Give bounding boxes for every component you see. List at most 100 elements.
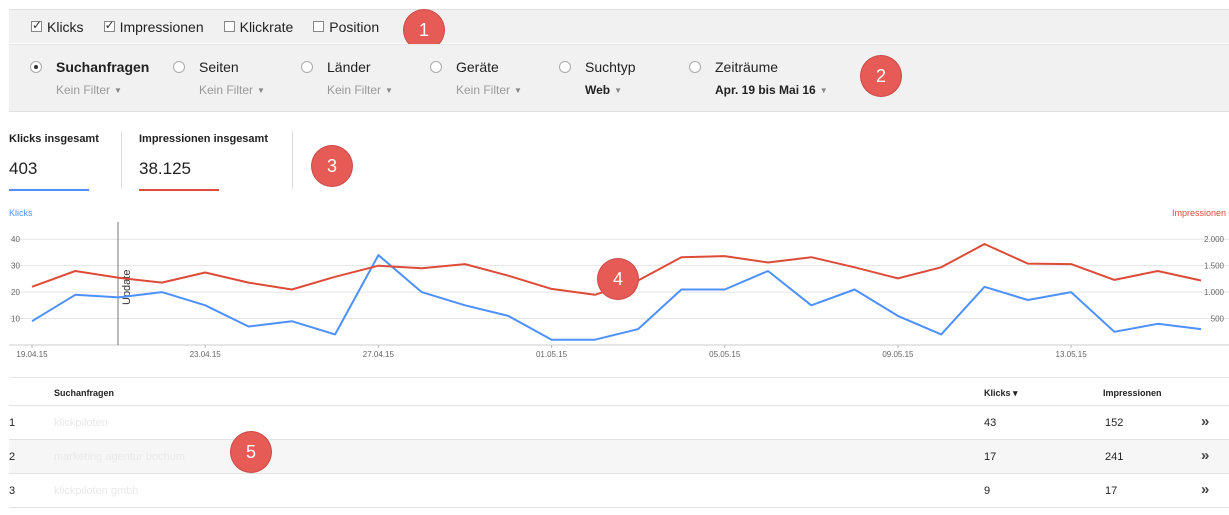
impressions-cell: 17 (1105, 485, 1118, 497)
clicks-cell: 43 (984, 417, 997, 429)
row-number: 1 (9, 417, 16, 429)
x-tick-label: 05.05.15 (709, 350, 741, 359)
chevron-right-icon[interactable]: » (1201, 447, 1209, 464)
checkbox-icon[interactable] (103, 18, 115, 32)
query-link[interactable]: klickpiloten (54, 417, 108, 429)
dimension-label: Länder (327, 59, 371, 75)
left-axis-title: Klicks (9, 208, 33, 218)
annotation-marker: 4 (598, 259, 638, 299)
impressions-cell: 152 (1105, 417, 1124, 429)
chevron-down-icon: ▼ (614, 86, 623, 95)
dimension-geraete[interactable]: Geräte Kein Filter ▼ (430, 59, 522, 97)
chevron-down-icon: ▼ (385, 86, 393, 95)
total-clicks-label: Klicks insgesamt (9, 133, 99, 145)
divider (292, 131, 293, 189)
right-tick-label: 500 (1211, 315, 1225, 324)
dimension-laender[interactable]: Länder Kein Filter ▼ (301, 59, 393, 97)
table-header: Suchanfragen Klicks ▾ Impressionen (9, 377, 1229, 406)
table-row[interactable]: 3 klickpiloten gmbh 9 17 » (9, 474, 1229, 508)
filter-value: Web (585, 83, 611, 97)
metric-checkbox-klickrate[interactable]: Klickrate (223, 18, 294, 35)
clicks-cell: 9 (984, 485, 991, 497)
left-tick-label: 20 (11, 288, 20, 297)
dimension-seiten[interactable]: Seiten Kein Filter ▼ (173, 59, 265, 97)
chevron-down-icon: ▼ (514, 86, 522, 95)
chevron-right-icon[interactable]: » (1201, 413, 1209, 430)
metric-label: Klicks (47, 18, 84, 35)
impressions-cell: 241 (1105, 451, 1124, 463)
column-header-query[interactable]: Suchanfragen (54, 388, 114, 398)
x-tick-label: 01.05.15 (536, 350, 568, 359)
radio-icon[interactable] (689, 61, 701, 73)
metric-label: Position (329, 18, 380, 35)
left-tick-label: 10 (11, 315, 20, 324)
checkbox-icon[interactable] (313, 21, 325, 32)
left-tick-label: 40 (11, 235, 20, 244)
chevron-down-icon: ▼ (114, 86, 122, 95)
dimension-label: Zeiträume (715, 59, 779, 75)
clicks-cell: 17 (984, 451, 997, 463)
total-impressions-card[interactable]: Impressionen insgesamt 38.125 (139, 133, 268, 191)
dimension-filter-dropdown[interactable]: Web ▼ (585, 83, 636, 97)
dimension-filter-dropdown[interactable]: Kein Filter ▼ (56, 83, 149, 97)
checkbox-icon[interactable] (31, 18, 42, 32)
queries-table: Suchanfragen Klicks ▾ Impressionen 1 kli… (9, 377, 1229, 508)
dimension-suchanfragen[interactable]: Suchanfragen Kein Filter ▼ (30, 59, 149, 97)
filter-value: Kein Filter (456, 83, 511, 97)
table-row[interactable]: 2 marketing agentur bochum 17 241 » (9, 440, 1229, 474)
column-header-impressions[interactable]: Impressionen (1103, 388, 1162, 398)
left-tick-label: 30 (11, 262, 20, 271)
dimension-label: Suchanfragen (56, 59, 150, 75)
metric-checkbox-impressionen[interactable]: Impressionen (103, 18, 204, 35)
total-impressions-label: Impressionen insgesamt (139, 133, 268, 145)
radio-icon[interactable] (301, 61, 313, 73)
right-axis-title: Impressionen (1171, 208, 1226, 218)
column-header-clicks[interactable]: Klicks ▾ (984, 388, 1018, 399)
dimension-filter-dropdown[interactable]: Apr. 19 bis Mai 16 ▼ (715, 83, 828, 97)
chevron-right-icon[interactable]: » (1201, 481, 1209, 498)
annotation-marker: 3 (312, 146, 352, 186)
table-row[interactable]: 1 klickpiloten 43 152 » (9, 406, 1229, 440)
filter-value: Kein Filter (327, 83, 382, 97)
filter-value: Kein Filter (56, 83, 111, 97)
metric-label: Impressionen (119, 18, 204, 35)
radio-icon[interactable] (559, 61, 571, 73)
radio-icon[interactable] (430, 61, 442, 73)
x-tick-label: 19.04.15 (16, 350, 48, 359)
dimension-zeitraeume[interactable]: Zeiträume Apr. 19 bis Mai 16 ▼ (689, 59, 828, 97)
x-tick-label: 23.04.15 (190, 350, 222, 359)
chevron-down-icon: ▼ (819, 86, 828, 95)
total-impressions-value: 38.125 (139, 159, 191, 178)
checkbox-icon[interactable] (223, 21, 235, 32)
dimension-filter-dropdown[interactable]: Kein Filter ▼ (456, 83, 522, 97)
x-tick-label: 27.04.15 (363, 350, 395, 359)
dimension-filter-dropdown[interactable]: Kein Filter ▼ (327, 83, 393, 97)
annotation-marker: 2 (861, 56, 901, 96)
dimension-label: Suchtyp (585, 59, 636, 75)
right-tick-label: 1.000 (1204, 288, 1225, 297)
dimension-label: Seiten (199, 59, 239, 75)
clicks-color-indicator (9, 189, 89, 191)
radio-icon[interactable] (30, 61, 42, 73)
total-clicks-card[interactable]: Klicks insgesamt 403 (9, 133, 99, 191)
x-tick-label: 09.05.15 (882, 350, 914, 359)
dimension-filter-dropdown[interactable]: Kein Filter ▼ (199, 83, 265, 97)
query-link[interactable]: klickpiloten gmbh (54, 485, 138, 497)
metric-checkbox-position[interactable]: Position (313, 19, 379, 35)
dimension-label: Geräte (456, 59, 499, 75)
query-link[interactable]: marketing agentur bochum (54, 451, 185, 463)
divider (121, 131, 122, 189)
search-analytics-page: Klicks Impressionen Klickrate Position 1… (0, 0, 1229, 515)
metric-selector-bar: Klicks Impressionen Klickrate Position (9, 9, 1229, 43)
dimension-suchtyp[interactable]: Suchtyp Web ▼ (559, 59, 636, 97)
x-tick-label: 13.05.15 (1056, 350, 1088, 359)
metric-checkbox-klicks[interactable]: Klicks (31, 18, 84, 35)
radio-icon[interactable] (173, 61, 185, 73)
filter-value: Apr. 19 bis Mai 16 (715, 83, 816, 97)
dimension-filter-bar: Suchanfragen Kein Filter ▼ Seiten Kein Fi… (9, 44, 1229, 112)
row-number: 3 (9, 485, 16, 497)
total-clicks-value: 403 (9, 159, 38, 178)
metric-label: Klickrate (239, 18, 294, 35)
chevron-down-icon: ▼ (257, 86, 265, 95)
annotation-label: Update (121, 270, 133, 305)
